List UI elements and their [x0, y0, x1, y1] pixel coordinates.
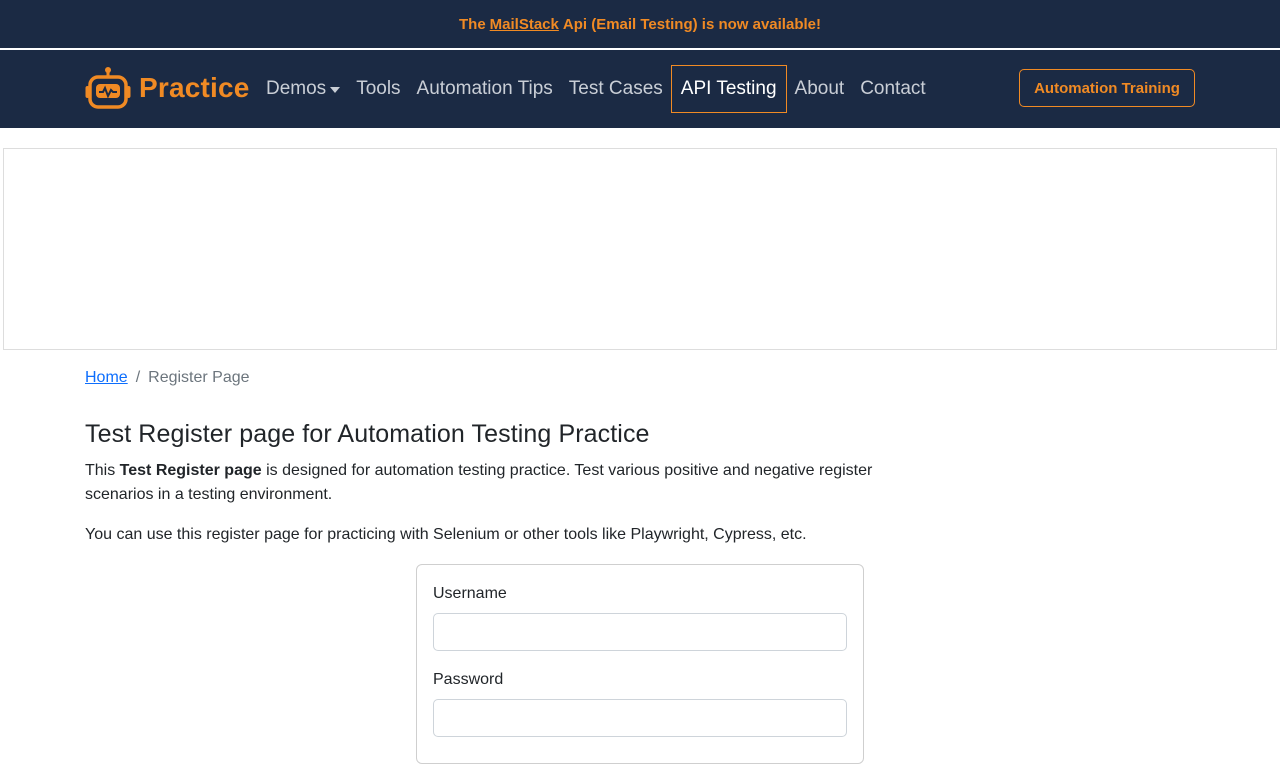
description-text: This [85, 462, 120, 479]
password-label: Password [433, 671, 504, 688]
page-description-secondary: You can use this register page for pract… [85, 526, 807, 543]
nav-menu: Demos Tools Automation Tips Test Cases A… [258, 50, 934, 128]
banner-suffix: Api (Email Testing) is now available! [562, 15, 821, 33]
nav-item-tools[interactable]: Tools [348, 65, 408, 113]
automation-training-button[interactable]: Automation Training [1019, 69, 1195, 107]
main-content: Home / Register Page Test Register page … [85, 366, 885, 547]
main-navbar: Practice Demos Tools Automation Tips Tes… [0, 50, 1280, 128]
page-description: This Test Register page is designed for … [85, 459, 875, 507]
nav-item-label: About [794, 78, 845, 99]
brand-name: Practice [139, 72, 250, 103]
page-title: Test Register page for Automation Testin… [85, 420, 650, 448]
password-input[interactable] [433, 699, 847, 737]
username-input[interactable] [433, 613, 847, 651]
username-label: Username [433, 585, 507, 602]
nav-item-api-testing[interactable]: API Testing [670, 65, 787, 113]
brand-logo-link[interactable]: Practice [85, 66, 250, 110]
mailstack-link[interactable]: MailStack [490, 16, 559, 33]
breadcrumb-separator: / [135, 369, 141, 386]
nav-item-automation-tips[interactable]: Automation Tips [409, 65, 561, 113]
nav-item-contact[interactable]: Contact [852, 65, 933, 113]
breadcrumb: Home / Register Page [85, 366, 885, 390]
banner-prefix: The [459, 15, 486, 33]
nav-item-label: Tools [356, 78, 401, 99]
ad-placeholder [3, 148, 1277, 350]
caret-down-icon [330, 87, 341, 93]
nav-item-test-cases[interactable]: Test Cases [561, 65, 671, 113]
nav-item-label: Contact [860, 78, 926, 99]
register-form-card: Username Password [416, 564, 864, 764]
robot-icon [85, 67, 131, 109]
nav-item-demos[interactable]: Demos [258, 65, 348, 113]
description-bold: Test Register page [119, 462, 262, 479]
announcement-banner: The MailStack Api (Email Testing) is now… [0, 0, 1280, 48]
nav-item-label: Test Cases [568, 78, 663, 99]
breadcrumb-home-link[interactable]: Home [85, 369, 128, 387]
breadcrumb-current: Register Page [148, 369, 250, 386]
nav-item-label: Automation Tips [416, 78, 553, 99]
nav-item-label: API Testing [680, 78, 777, 99]
nav-item-about[interactable]: About [787, 65, 853, 113]
nav-item-label: Demos [266, 78, 327, 99]
